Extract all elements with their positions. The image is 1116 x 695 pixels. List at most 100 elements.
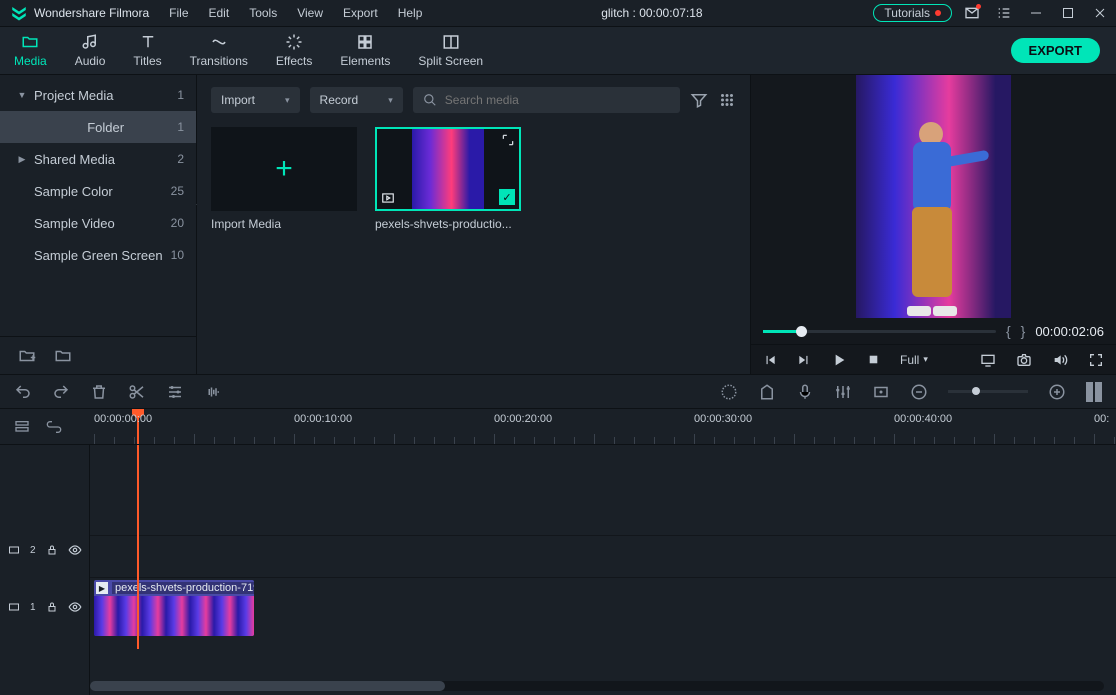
app-logo xyxy=(10,4,28,22)
marker-icon[interactable] xyxy=(758,383,776,401)
folder-icon[interactable] xyxy=(54,347,72,365)
sidebar-item-folder[interactable]: Folder1 xyxy=(0,111,196,143)
fullscreen-icon[interactable] xyxy=(1088,352,1104,368)
menu-help[interactable]: Help xyxy=(390,3,431,23)
eye-icon[interactable] xyxy=(68,543,82,557)
audio-meter[interactable] xyxy=(1086,382,1102,402)
timeline-ruler-row: 00:00:00:0000:00:10:0000:00:20:0000:00:3… xyxy=(0,409,1116,445)
import-dropdown[interactable]: Import▾ xyxy=(211,87,300,113)
category-bar: Media Audio Titles Transitions Effects E… xyxy=(0,27,1116,75)
media-clip-tile[interactable]: ✓ pexels-shvets-productio... xyxy=(375,127,521,231)
export-button[interactable]: EXPORT xyxy=(1011,38,1100,63)
minimize-button[interactable] xyxy=(1024,1,1048,25)
lock-icon[interactable] xyxy=(46,544,58,556)
expand-icon xyxy=(501,133,515,147)
menu-export[interactable]: Export xyxy=(335,3,386,23)
menu-edit[interactable]: Edit xyxy=(201,3,238,23)
clip-type-icon: ▶ xyxy=(96,582,108,594)
prev-frame-button[interactable] xyxy=(763,353,777,367)
timeline-scrollbar[interactable] xyxy=(90,681,1104,691)
grid-view-icon[interactable] xyxy=(718,91,736,109)
new-folder-icon[interactable] xyxy=(18,347,36,365)
clip-thumbnails xyxy=(94,596,254,636)
plus-icon: + xyxy=(275,152,293,186)
video-track-icon xyxy=(8,544,20,556)
adjust-icon[interactable] xyxy=(166,383,184,401)
stop-button[interactable] xyxy=(797,353,811,367)
tutorials-badge xyxy=(935,10,941,16)
play-button[interactable] xyxy=(831,352,847,368)
project-title: glitch : 00:00:07:18 xyxy=(430,6,873,20)
tab-splitscreen[interactable]: Split Screen xyxy=(404,28,497,73)
mark-out-icon[interactable]: } xyxy=(1021,323,1026,339)
timeline-ruler[interactable]: 00:00:00:0000:00:10:0000:00:20:0000:00:3… xyxy=(90,409,1116,444)
preview-panel: { } 00:00:02:06 Full▾ xyxy=(750,75,1116,374)
delete-icon[interactable] xyxy=(90,383,108,401)
add-to-timeline-icon[interactable] xyxy=(381,191,395,205)
tab-media[interactable]: Media xyxy=(0,28,61,73)
workspace: ▼Project Media1 Folder1 ▶Shared Media2 S… xyxy=(0,75,1116,375)
lock-icon[interactable] xyxy=(46,601,58,613)
record-dropdown[interactable]: Record▾ xyxy=(310,87,403,113)
search-input[interactable] xyxy=(445,93,670,107)
tab-audio[interactable]: Audio xyxy=(61,28,120,73)
tutorials-button[interactable]: Tutorials xyxy=(873,4,952,22)
track-lane-2[interactable] xyxy=(90,535,1116,565)
mark-in-icon[interactable]: { xyxy=(1006,323,1011,339)
display-icon[interactable] xyxy=(980,352,996,368)
quality-dropdown[interactable]: Full▾ xyxy=(900,353,928,367)
tracks-icon[interactable] xyxy=(14,419,30,435)
playhead-line[interactable] xyxy=(137,445,139,649)
eye-icon[interactable] xyxy=(68,600,82,614)
chevron-down-icon: ▾ xyxy=(388,95,393,106)
track-header-1[interactable]: 1 xyxy=(0,577,89,637)
timeline-clip[interactable]: ▶ pexels-shvets-production-719 xyxy=(94,580,254,636)
track-body[interactable]: ▶ pexels-shvets-production-719 xyxy=(90,445,1116,695)
messages-icon[interactable] xyxy=(960,1,984,25)
tab-transitions[interactable]: Transitions xyxy=(176,28,262,73)
close-button[interactable] xyxy=(1088,1,1112,25)
crop-icon[interactable] xyxy=(872,383,890,401)
import-media-tile[interactable]: + Import Media xyxy=(211,127,357,231)
zoom-slider[interactable] xyxy=(948,390,1028,393)
video-track-icon xyxy=(8,601,20,613)
search-media[interactable] xyxy=(413,87,680,113)
track-lane-1[interactable]: ▶ pexels-shvets-production-719 xyxy=(90,577,1116,637)
sidebar-item-sample-color[interactable]: Sample Color25 xyxy=(0,175,196,207)
zoom-out-icon[interactable] xyxy=(910,383,928,401)
preview-canvas[interactable] xyxy=(751,75,1116,318)
sidebar-item-shared-media[interactable]: ▶Shared Media2 xyxy=(0,143,196,175)
tab-elements[interactable]: Elements xyxy=(326,28,404,73)
chevron-down-icon: ▾ xyxy=(285,95,290,106)
audio-wave-icon[interactable] xyxy=(204,383,222,401)
undo-icon[interactable] xyxy=(14,383,32,401)
render-icon[interactable] xyxy=(720,383,738,401)
menu-view[interactable]: View xyxy=(289,3,331,23)
preview-content xyxy=(899,122,969,319)
titlebar: Wondershare Filmora File Edit Tools View… xyxy=(0,0,1116,27)
link-icon[interactable] xyxy=(46,419,62,435)
selected-check-icon: ✓ xyxy=(499,189,515,205)
timeline-tracks: 2 1 ▶ pexels-shvets-production-719 xyxy=(0,445,1116,695)
zoom-in-icon[interactable] xyxy=(1048,383,1066,401)
sidebar-item-sample-green[interactable]: Sample Green Screen10 xyxy=(0,239,196,271)
stop2-button[interactable] xyxy=(867,353,880,366)
split-icon[interactable] xyxy=(128,383,146,401)
sidebar-item-project-media[interactable]: ▼Project Media1 xyxy=(0,79,196,111)
tasks-icon[interactable] xyxy=(992,1,1016,25)
menu-tools[interactable]: Tools xyxy=(241,3,285,23)
snapshot-icon[interactable] xyxy=(1016,352,1032,368)
preview-scrubber[interactable] xyxy=(763,330,996,333)
media-pool: Import▾ Record▾ + Import Media ✓ xyxy=(197,75,750,374)
mixer-icon[interactable] xyxy=(834,383,852,401)
maximize-button[interactable] xyxy=(1056,1,1080,25)
tab-effects[interactable]: Effects xyxy=(262,28,326,73)
redo-icon[interactable] xyxy=(52,383,70,401)
menu-file[interactable]: File xyxy=(161,3,196,23)
tab-titles[interactable]: Titles xyxy=(119,28,175,73)
voiceover-icon[interactable] xyxy=(796,383,814,401)
filter-icon[interactable] xyxy=(690,91,708,109)
sidebar-item-sample-video[interactable]: Sample Video20 xyxy=(0,207,196,239)
track-header-2[interactable]: 2 xyxy=(0,535,89,565)
volume-icon[interactable] xyxy=(1052,352,1068,368)
